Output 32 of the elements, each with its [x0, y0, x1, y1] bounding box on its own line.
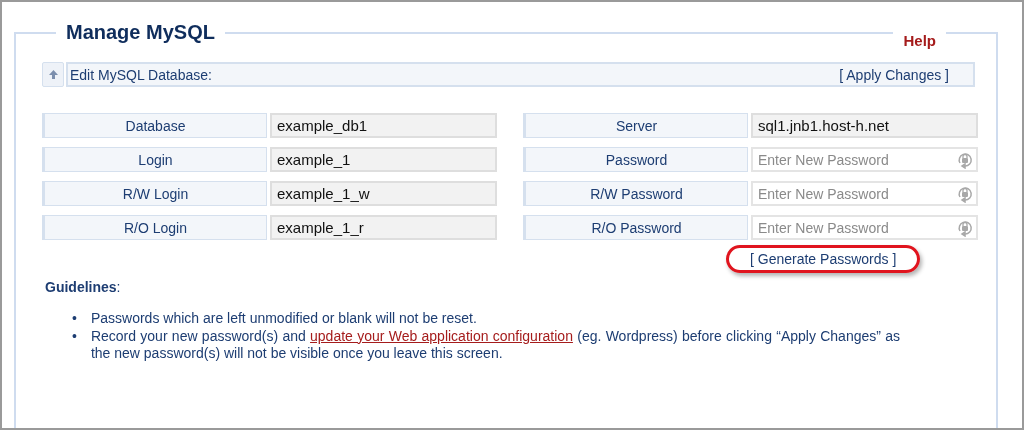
field-label: R/W Login	[42, 181, 267, 206]
password-field[interactable]: Enter New Password	[751, 147, 978, 172]
password-field[interactable]: Enter New Password	[751, 215, 978, 240]
guideline-item: Passwords which are left unmodified or blank will not be reset.	[90, 310, 478, 328]
field-value: example_1	[270, 147, 497, 172]
guidelines-heading: Guidelines:	[45, 279, 122, 295]
field-value: example_1_r	[270, 215, 497, 240]
field-label: Login	[42, 147, 267, 172]
bullet: •	[72, 327, 77, 346]
bullet: •	[72, 310, 77, 328]
generate-passwords-link[interactable]: [ Generate Passwords ]	[726, 245, 921, 273]
field-label: Server	[523, 113, 748, 138]
field-label: Database	[42, 113, 267, 138]
apply-changes-link[interactable]: [ Apply Changes ]	[839, 66, 949, 83]
field-label: R/O Password	[523, 215, 748, 240]
page-title: Manage MySQL	[65, 21, 216, 44]
up-arrow-icon	[47, 69, 59, 80]
field-label: Password	[523, 147, 748, 172]
lock-refresh-icon[interactable]	[957, 185, 973, 203]
guideline-item: Record your new password(s) and update your Web application configuration (eg. Wordpress) before clicking “Apply Changes” as the new password(s) will not be visible once you leave this screen.	[90, 327, 900, 363]
configuration-link[interactable]: update your Web application configuration	[310, 327, 573, 344]
field-value: example_1_w	[270, 181, 497, 206]
toolbar-title: Edit MySQL Database:	[70, 66, 212, 83]
lock-refresh-icon[interactable]	[957, 151, 973, 169]
up-button[interactable]	[42, 62, 64, 87]
help-link[interactable]: Help	[893, 32, 946, 49]
field-value: sql1.jnb1.host-h.net	[751, 113, 978, 138]
field-value: example_db1	[270, 113, 497, 138]
field-label: R/O Login	[42, 215, 267, 240]
field-label: R/W Password	[523, 181, 748, 206]
lock-refresh-icon[interactable]	[957, 219, 973, 237]
password-field[interactable]: Enter New Password	[751, 181, 978, 206]
